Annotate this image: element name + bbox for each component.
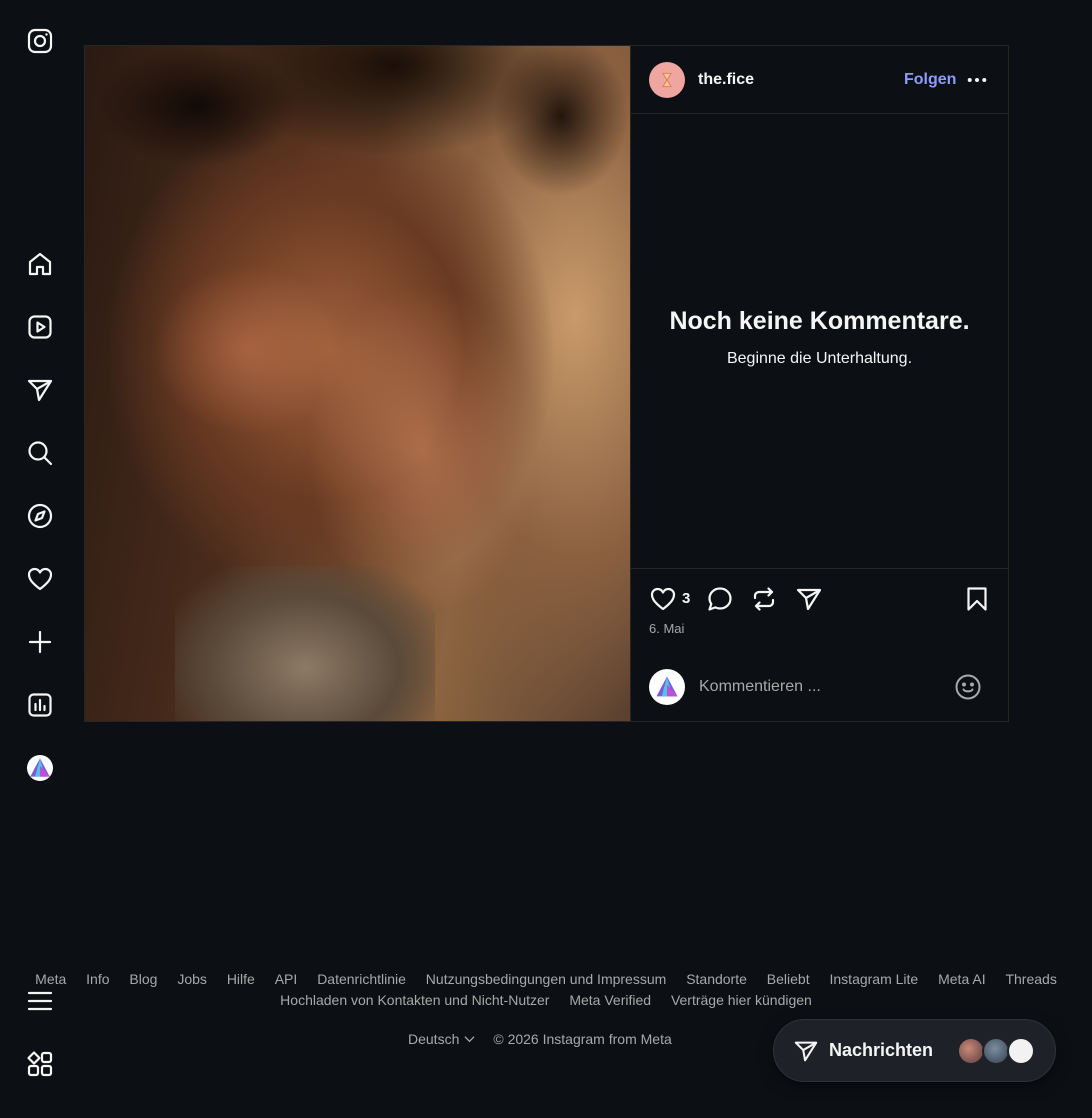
share-icon[interactable] <box>795 585 823 613</box>
sidebar <box>0 0 80 1118</box>
author-avatar[interactable] <box>649 61 685 98</box>
photo-towel-region <box>175 566 435 721</box>
like-icon[interactable] <box>649 585 677 613</box>
heart-icon[interactable] <box>26 565 54 593</box>
avatar <box>957 1037 985 1065</box>
footer-link[interactable]: Info <box>86 971 109 987</box>
instagram-logo-icon[interactable] <box>26 27 54 55</box>
empty-comments-title: Noch keine Kommentare. <box>669 307 970 335</box>
avatar <box>982 1037 1010 1065</box>
emoji-icon[interactable] <box>954 673 982 701</box>
footer-bottom: Deutsch © 2026 Instagram from Meta <box>408 1031 672 1047</box>
home-icon[interactable] <box>26 250 54 278</box>
footer-link[interactable]: Nutzungsbedingungen und Impressum <box>426 971 667 987</box>
profile-avatar[interactable] <box>26 754 54 782</box>
comment-icon[interactable] <box>706 585 734 613</box>
create-icon[interactable] <box>26 628 54 656</box>
message-avatars <box>957 1037 1047 1065</box>
empty-comments-subtitle: Beginne die Unterhaltung. <box>726 350 913 367</box>
more-options-icon[interactable] <box>966 70 988 90</box>
avatar <box>1007 1037 1035 1065</box>
footer-link[interactable]: Meta <box>35 971 66 987</box>
language-select[interactable]: Deutsch <box>408 1031 475 1047</box>
footer-link[interactable]: Datenrichtlinie <box>317 971 406 987</box>
bookmark-icon[interactable] <box>963 585 991 613</box>
comment-composer <box>649 669 989 705</box>
apps-icon[interactable] <box>26 1050 54 1078</box>
copyright: © 2026 Instagram from Meta <box>493 1031 672 1047</box>
footer-link[interactable]: Blog <box>129 971 157 987</box>
footer-links-row1: Meta Info Blog Jobs Hilfe API Datenricht… <box>0 966 1092 992</box>
search-icon[interactable] <box>26 439 54 467</box>
post-date[interactable]: 6. Mai <box>649 621 684 636</box>
reels-icon[interactable] <box>26 313 54 341</box>
chevron-down-icon <box>464 1036 475 1043</box>
footer-link[interactable]: Standorte <box>686 971 747 987</box>
footer-links-row2: Hochladen von Kontakten und Nicht-Nutzer… <box>0 992 1092 1008</box>
footer-link[interactable]: Jobs <box>177 971 207 987</box>
comment-input[interactable] <box>699 675 939 699</box>
post-modal: the.fice Folgen Noch keine Kommentare. B… <box>84 45 1009 722</box>
language-label: Deutsch <box>408 1031 460 1047</box>
footer-link[interactable]: Meta Verified <box>569 992 651 1008</box>
footer-link[interactable]: API <box>275 971 298 987</box>
commenter-avatar <box>649 669 685 705</box>
photo-hair-region <box>85 46 630 246</box>
footer-link[interactable]: Beliebt <box>767 971 810 987</box>
footer-link[interactable]: Hochladen von Kontakten und Nicht-Nutzer <box>280 992 549 1008</box>
footer-link[interactable]: Verträge hier kündigen <box>671 992 812 1008</box>
footer-link[interactable]: Instagram Lite <box>830 971 919 987</box>
footer-link[interactable]: Hilfe <box>227 971 255 987</box>
post-actions: 3 6. Mai <box>631 569 1008 719</box>
footer-link[interactable]: Threads <box>1005 971 1056 987</box>
direct-icon[interactable] <box>26 376 54 404</box>
explore-icon[interactable] <box>26 502 54 530</box>
post-photo[interactable] <box>85 46 630 721</box>
messages-label: Nachrichten <box>829 1040 934 1060</box>
author-username[interactable]: the.fice <box>698 71 754 89</box>
comments-area: Noch keine Kommentare. Beginne die Unter… <box>631 114 1008 569</box>
post-sidebar: the.fice Folgen Noch keine Kommentare. B… <box>630 46 1008 721</box>
messages-button[interactable]: Nachrichten <box>773 1019 1056 1082</box>
post-header: the.fice Folgen <box>631 46 1008 114</box>
repost-icon[interactable] <box>750 585 778 613</box>
dashboard-icon[interactable] <box>26 691 54 719</box>
direct-icon <box>794 1041 818 1061</box>
like-count[interactable]: 3 <box>682 590 690 607</box>
follow-button[interactable]: Folgen <box>904 71 956 89</box>
footer-link[interactable]: Meta AI <box>938 971 985 987</box>
